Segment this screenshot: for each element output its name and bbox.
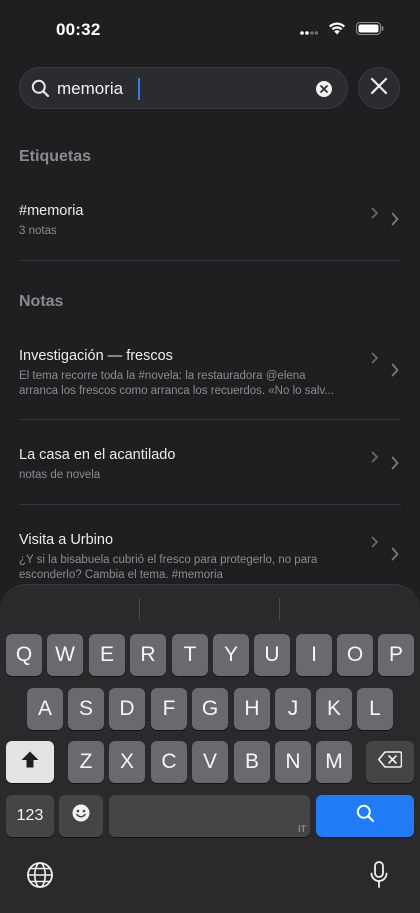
key-f[interactable]: F bbox=[151, 688, 187, 730]
note-row[interactable]: Visita a Urbino ¿Y si la bisabuela cubri… bbox=[19, 532, 401, 581]
key-l[interactable]: L bbox=[357, 688, 393, 730]
search-icon bbox=[31, 79, 50, 103]
key-p[interactable]: P bbox=[378, 634, 414, 676]
key-k[interactable]: K bbox=[316, 688, 352, 730]
chevron-right-icon bbox=[371, 351, 379, 369]
key-q[interactable]: Q bbox=[6, 634, 42, 676]
key-j[interactable]: J bbox=[275, 688, 311, 730]
note-row[interactable]: Investigación — frescos El tema recorre … bbox=[19, 348, 401, 397]
chevron-right-icon bbox=[371, 450, 379, 468]
keyboard: Q W E R T Y U I O P A S D F G H J K L Z … bbox=[0, 584, 420, 913]
chevron-right-icon bbox=[391, 456, 399, 475]
chevron-right-icon bbox=[371, 535, 379, 553]
key-a[interactable]: A bbox=[27, 688, 63, 730]
wifi-icon bbox=[328, 22, 346, 35]
divider bbox=[19, 260, 401, 261]
chevron-right-icon bbox=[391, 547, 399, 566]
close-icon bbox=[370, 77, 388, 100]
clear-search-icon[interactable] bbox=[316, 81, 332, 97]
key-v[interactable]: V bbox=[192, 741, 228, 783]
key-e[interactable]: E bbox=[89, 634, 125, 676]
globe-icon[interactable] bbox=[26, 861, 54, 894]
status-time: 00:32 bbox=[56, 20, 101, 39]
note-preview-line2: esconderlo? Cambia el tema. #memoria bbox=[19, 568, 223, 581]
divider bbox=[19, 419, 401, 420]
numbers-key[interactable]: 123 bbox=[6, 795, 54, 837]
backspace-icon bbox=[378, 750, 403, 774]
prediction-separator bbox=[279, 598, 280, 620]
key-x[interactable]: X bbox=[109, 741, 145, 783]
note-title: Investigación — frescos bbox=[19, 348, 173, 364]
signal-icon bbox=[300, 23, 318, 35]
space-key[interactable]: IT bbox=[109, 795, 310, 837]
divider bbox=[19, 504, 401, 505]
close-search-button[interactable] bbox=[358, 67, 400, 109]
chevron-right-icon bbox=[371, 206, 379, 224]
key-t[interactable]: T bbox=[172, 634, 208, 676]
prediction-separator bbox=[139, 598, 140, 620]
keyboard-language-label: IT bbox=[298, 824, 306, 834]
key-y[interactable]: Y bbox=[213, 634, 249, 676]
tag-row-memoria[interactable]: #memoria 3 notas bbox=[19, 203, 401, 243]
tag-title: #memoria bbox=[19, 203, 84, 219]
key-h[interactable]: H bbox=[234, 688, 270, 730]
delete-key[interactable] bbox=[366, 741, 414, 783]
status-icons bbox=[300, 22, 384, 35]
key-o[interactable]: O bbox=[337, 634, 373, 676]
key-d[interactable]: D bbox=[109, 688, 145, 730]
key-n[interactable]: N bbox=[275, 741, 311, 783]
emoji-icon bbox=[71, 803, 91, 829]
tag-count: 3 notas bbox=[19, 225, 57, 237]
section-header-tags: Etiquetas bbox=[19, 148, 92, 165]
shift-key[interactable] bbox=[6, 741, 54, 783]
key-i[interactable]: I bbox=[296, 634, 332, 676]
note-title: La casa en el acantilado bbox=[19, 447, 176, 463]
note-preview-line1: ¿Y si la bisabuela cubrió el fresco para… bbox=[19, 554, 318, 566]
note-title: Visita a Urbino bbox=[19, 532, 114, 548]
key-u[interactable]: U bbox=[254, 634, 290, 676]
key-w[interactable]: W bbox=[47, 634, 83, 676]
search-key[interactable] bbox=[316, 795, 414, 837]
status-bar: 00:32 bbox=[0, 0, 420, 58]
emoji-key[interactable] bbox=[59, 795, 103, 837]
key-b[interactable]: B bbox=[234, 741, 270, 783]
key-g[interactable]: G bbox=[192, 688, 228, 730]
search-row bbox=[19, 67, 401, 109]
chevron-right-icon bbox=[391, 363, 399, 382]
note-preview-line1: notas de novela bbox=[19, 469, 101, 481]
search-icon bbox=[356, 804, 375, 829]
note-row[interactable]: La casa en el acantilado notas de novela bbox=[19, 447, 401, 483]
note-preview-line2: arranca los frescos como arranca los rec… bbox=[19, 384, 334, 397]
battery-icon bbox=[356, 22, 384, 35]
note-preview-line1: El tema recorre toda la #novela: la rest… bbox=[19, 370, 306, 382]
microphone-icon[interactable] bbox=[368, 860, 390, 895]
key-s[interactable]: S bbox=[68, 688, 104, 730]
search-field[interactable] bbox=[19, 67, 348, 109]
key-c[interactable]: C bbox=[151, 741, 187, 783]
text-caret bbox=[138, 78, 140, 100]
shift-icon bbox=[20, 750, 40, 775]
chevron-right-icon bbox=[391, 212, 399, 231]
search-input[interactable] bbox=[57, 77, 307, 101]
key-r[interactable]: R bbox=[130, 634, 166, 676]
key-m[interactable]: M bbox=[316, 741, 352, 783]
section-header-notes: Notas bbox=[19, 293, 64, 310]
key-z[interactable]: Z bbox=[68, 741, 104, 783]
